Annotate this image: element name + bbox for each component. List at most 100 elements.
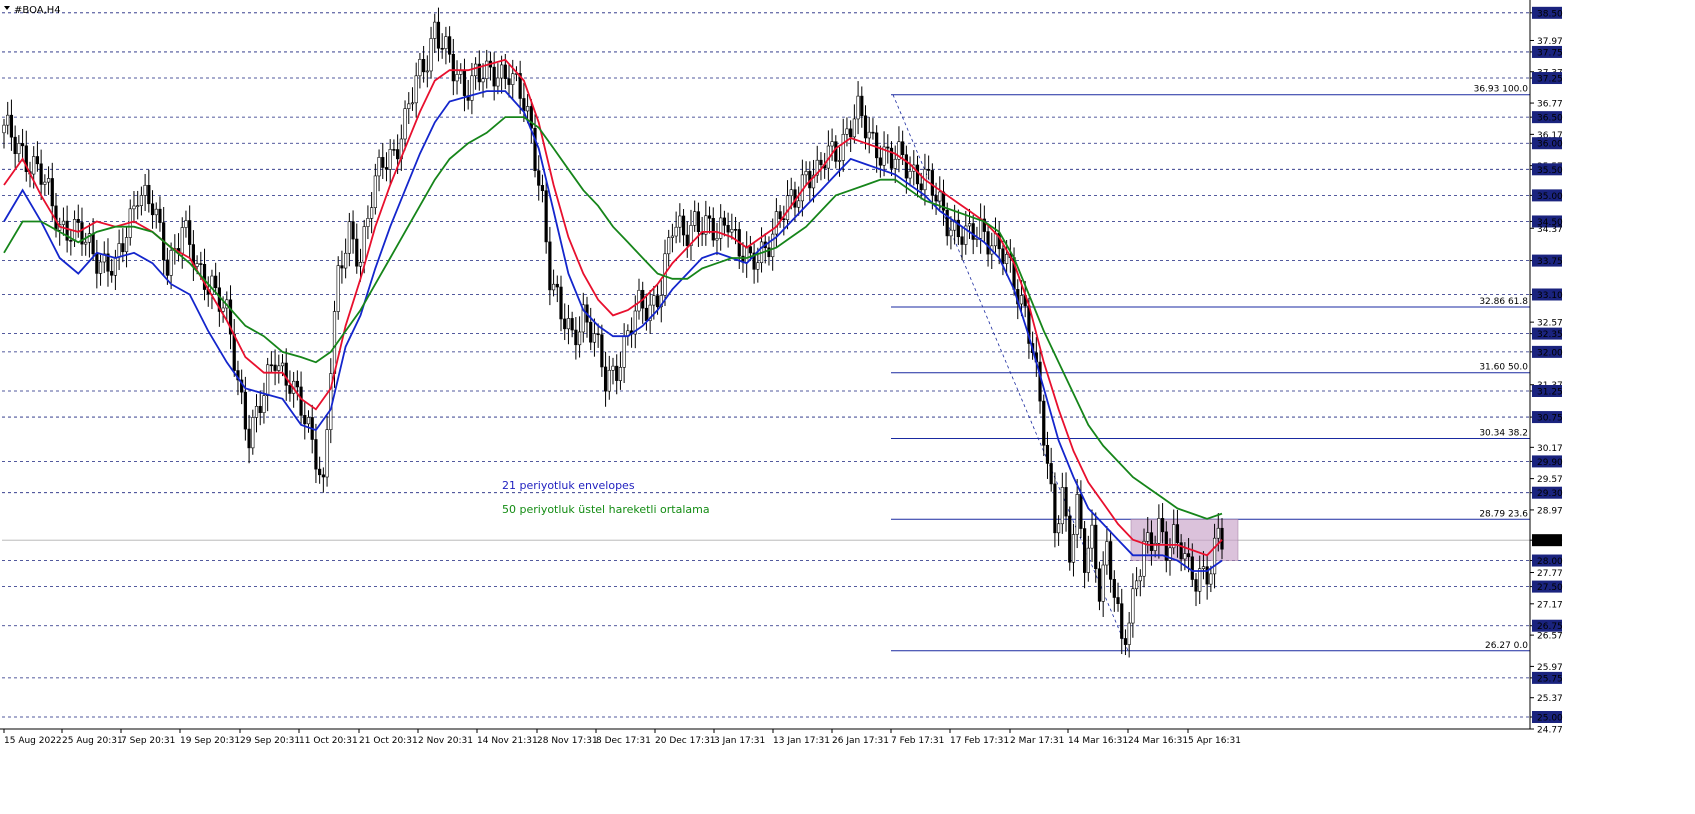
candle	[288, 370, 292, 402]
candle	[878, 145, 882, 178]
candle-body	[1142, 540, 1146, 577]
x-tick-label: 7 Feb 17:31	[891, 736, 944, 746]
candle	[384, 152, 389, 182]
candle-body	[678, 215, 682, 228]
candle	[1205, 554, 1209, 600]
candle	[347, 212, 351, 267]
price-chart[interactable]: 36.93 100.0 32.86 61.8 31.60 50.0 30.34 38.…	[0, 0, 1695, 810]
candle	[667, 229, 671, 267]
candle	[889, 141, 894, 176]
candle-body	[1186, 553, 1191, 558]
candle	[448, 26, 452, 63]
candle	[258, 390, 262, 426]
candle	[61, 207, 66, 236]
candle	[563, 303, 567, 341]
candle	[771, 218, 775, 271]
candle-body	[852, 118, 856, 138]
candle-body	[685, 234, 689, 246]
candle-body	[462, 70, 467, 96]
y-tick-label: 36.50	[1537, 114, 1563, 124]
candle-body	[95, 253, 99, 274]
candle-body	[481, 78, 485, 83]
candle-body	[210, 275, 214, 295]
candle	[908, 156, 912, 187]
candle-body	[503, 64, 507, 79]
candle	[69, 229, 73, 256]
candle-body	[1060, 487, 1064, 525]
series-line-2[interactable]	[3, 116, 1223, 520]
candle-body	[934, 195, 938, 202]
candle	[247, 414, 251, 464]
chevron-down-icon[interactable]	[4, 6, 10, 10]
annotation-envelopes: 21 periyotluk envelopes	[502, 479, 635, 492]
candle-body	[927, 168, 931, 171]
candle-body	[351, 221, 355, 240]
candle-body	[563, 318, 567, 330]
fib-label-3: 30.34 38.2	[1479, 428, 1528, 438]
candle-body	[69, 240, 73, 242]
candle-body	[522, 98, 526, 112]
candle-body	[841, 133, 845, 161]
candle-body	[403, 108, 407, 140]
y-tick-label: 28.39	[1537, 537, 1563, 547]
candle	[1068, 506, 1072, 571]
candle	[87, 222, 92, 258]
x-tick-label: 3 Jan 17:31	[714, 736, 765, 746]
y-tick-label: 38.50	[1537, 9, 1563, 19]
candle-body	[1149, 532, 1154, 551]
candle	[507, 63, 511, 98]
candle	[1101, 551, 1105, 617]
y-tick-label: 24.77	[1537, 726, 1563, 736]
candle-body	[1097, 568, 1102, 602]
candle	[678, 203, 682, 243]
candle	[266, 357, 270, 412]
candle-body	[414, 75, 418, 104]
candle-body	[306, 417, 311, 425]
candle	[849, 120, 853, 153]
candle-body	[1094, 524, 1098, 570]
candle	[1090, 509, 1094, 562]
candle-body	[266, 364, 270, 396]
candle-body	[188, 220, 192, 245]
candle	[106, 238, 110, 287]
candle	[373, 163, 377, 215]
candle-body	[35, 156, 40, 165]
candle	[1138, 569, 1142, 597]
candle	[336, 256, 340, 320]
series-line-1[interactable]	[3, 90, 1223, 572]
chart-title: #BOA,H4	[4, 5, 61, 16]
candle-body	[681, 215, 686, 236]
candle	[696, 202, 701, 247]
candle-body	[1049, 463, 1053, 485]
candle-body	[938, 191, 942, 202]
candle	[819, 152, 823, 181]
candle-body	[1190, 556, 1194, 580]
candle	[80, 207, 84, 256]
candle-body	[269, 364, 273, 367]
candle	[674, 211, 678, 244]
candle	[615, 354, 619, 395]
candle	[763, 233, 767, 264]
candle	[644, 293, 649, 331]
candle-body	[1131, 588, 1135, 624]
candle-body	[533, 127, 537, 171]
candle-body	[1123, 638, 1128, 645]
candle-body	[785, 195, 790, 221]
x-tick-label: 8 Dec 17:31	[596, 736, 651, 746]
candle-body	[600, 334, 604, 368]
candle-body	[577, 331, 582, 346]
candle	[685, 221, 689, 258]
candle-body	[1068, 515, 1072, 563]
candle	[455, 60, 459, 95]
candle	[603, 351, 608, 407]
candle-body	[288, 385, 292, 394]
fib-label-0: 36.93 100.0	[1474, 85, 1529, 95]
candle-body	[362, 226, 366, 263]
candle-body	[1212, 537, 1217, 575]
candle-body	[1090, 524, 1094, 549]
candle	[433, 13, 437, 54]
candle	[574, 317, 578, 360]
candle-body	[1183, 553, 1187, 560]
candle	[414, 62, 418, 118]
candle	[689, 209, 693, 261]
